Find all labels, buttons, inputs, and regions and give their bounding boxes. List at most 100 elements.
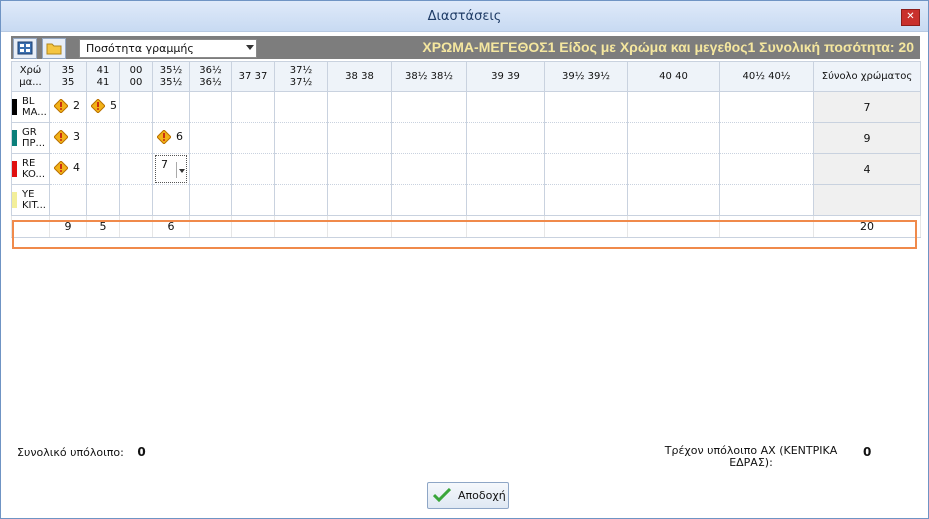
color-total-cell: 7	[813, 91, 921, 123]
qty-cell[interactable]	[189, 91, 232, 123]
grid-view-button[interactable]	[13, 38, 37, 59]
size-header-35[interactable]: 35 35	[49, 61, 87, 92]
color-total-cell: 4	[813, 153, 921, 185]
warning-icon	[157, 129, 171, 144]
qty-cell[interactable]	[544, 91, 628, 123]
qty-cell[interactable]	[189, 184, 232, 216]
size-header-00[interactable]: 00 00	[119, 61, 153, 92]
qty-cell[interactable]	[391, 184, 467, 216]
qty-cell[interactable]	[119, 153, 153, 185]
accept-button[interactable]: Αποδοχή	[427, 482, 509, 509]
qty-cell[interactable]	[119, 184, 153, 216]
size-total-cell: 6	[152, 215, 190, 238]
qty-cell[interactable]	[327, 184, 392, 216]
size-header-40[interactable]: 40 40	[627, 61, 720, 92]
size-total-cell: 9	[49, 215, 87, 238]
qty-cell[interactable]	[274, 184, 328, 216]
color-swatch	[12, 130, 17, 146]
qty-cell[interactable]	[119, 122, 153, 154]
qty-cell[interactable]	[86, 184, 120, 216]
table-row: YE KIT...	[11, 184, 921, 216]
qty-cell[interactable]	[544, 153, 628, 185]
size-header-39[interactable]: 39 39	[466, 61, 545, 92]
qty-cell[interactable]	[627, 153, 720, 185]
size-header-36-half[interactable]: 36½ 36½	[189, 61, 232, 92]
size-header-35-half[interactable]: 35½ 35½	[152, 61, 190, 92]
qty-cell[interactable]	[466, 91, 545, 123]
qty-cell[interactable]	[274, 91, 328, 123]
folder-icon	[46, 43, 62, 55]
qty-cell[interactable]	[86, 153, 120, 185]
qty-cell[interactable]	[231, 122, 275, 154]
qty-cell[interactable]	[86, 122, 120, 154]
qty-cell[interactable]	[231, 153, 275, 185]
qty-cell[interactable]: 2	[49, 91, 87, 123]
qty-cell[interactable]	[627, 91, 720, 123]
dimensions-dialog: Διαστάσεις ✕ Ποσότητα γραμμής ΧΡΩΜΑ-ΜΕΓΕ…	[0, 0, 929, 519]
qty-cell[interactable]	[719, 153, 814, 185]
qty-cell[interactable]	[49, 184, 87, 216]
chevron-down-icon	[246, 45, 254, 50]
qty-cell[interactable]: 3	[49, 122, 87, 154]
qty-cell[interactable]: 6	[152, 122, 190, 154]
qty-cell[interactable]	[391, 91, 467, 123]
size-total-cell	[544, 215, 628, 238]
table-row: RE KO... 4 7 4	[11, 153, 921, 185]
size-total-cell	[327, 215, 392, 238]
qty-cell[interactable]	[719, 91, 814, 123]
qty-cell[interactable]	[189, 122, 232, 154]
qty-cell[interactable]	[466, 184, 545, 216]
size-header-40-half[interactable]: 40½ 40½	[719, 61, 814, 92]
qty-cell[interactable]	[391, 122, 467, 154]
current-remaining: Τρέχον υπόλοιπο ΑΧ (ΚΕΝΤΡΙΚΑ ΕΔΡΑΣ): 0	[661, 444, 872, 469]
qty-cell[interactable]: 4	[49, 153, 87, 185]
qty-cell[interactable]	[274, 122, 328, 154]
close-button[interactable]: ✕	[901, 9, 920, 26]
qty-cell[interactable]	[627, 184, 720, 216]
qty-cell[interactable]: 5	[86, 91, 120, 123]
qty-cell[interactable]	[231, 91, 275, 123]
color-cell-bl[interactable]: BL MA...	[11, 91, 50, 123]
size-header-37[interactable]: 37 37	[231, 61, 275, 92]
size-color-grid: Χρώ μα... 35 35 41 41 00 00 35½ 35½ 36½ 36½ 3…	[11, 61, 921, 238]
qty-cell[interactable]	[544, 184, 628, 216]
qty-cell[interactable]	[391, 153, 467, 185]
qty-cell[interactable]	[327, 91, 392, 123]
color-total-cell: 9	[813, 122, 921, 154]
current-remaining-label: Τρέχον υπόλοιπο ΑΧ (ΚΕΝΤΡΙΚΑ ΕΔΡΑΣ):	[664, 444, 838, 469]
size-header-38[interactable]: 38 38	[327, 61, 392, 92]
size-header-39-half[interactable]: 39½ 39½	[544, 61, 628, 92]
size-total-cell	[391, 215, 467, 238]
qty-cell[interactable]	[152, 91, 190, 123]
color-cell-ye[interactable]: YE KIT...	[11, 184, 50, 216]
qty-cell[interactable]	[327, 122, 392, 154]
qty-cell[interactable]	[627, 122, 720, 154]
warning-icon	[54, 98, 68, 113]
size-header-37-half[interactable]: 37½ 37½	[274, 61, 328, 92]
size-header-41[interactable]: 41 41	[86, 61, 120, 92]
sum-row-label	[11, 215, 50, 238]
qty-cell-editing[interactable]: 7	[152, 153, 190, 185]
qty-cell[interactable]	[544, 122, 628, 154]
qty-cell[interactable]	[231, 184, 275, 216]
qty-edit-combo[interactable]: 7	[155, 155, 187, 183]
toolbar: Ποσότητα γραμμής ΧΡΩΜΑ-ΜΕΓΕΘΟΣ1 Είδος με…	[11, 36, 920, 59]
grid-icon	[17, 41, 33, 55]
color-cell-re[interactable]: RE KO...	[11, 153, 50, 185]
open-button[interactable]	[42, 38, 66, 59]
qty-cell[interactable]	[719, 122, 814, 154]
color-swatch	[12, 192, 17, 208]
qty-cell[interactable]	[466, 122, 545, 154]
quantity-mode-select[interactable]: Ποσότητα γραμμής	[79, 39, 257, 58]
qty-cell[interactable]	[327, 153, 392, 185]
qty-cell[interactable]	[189, 153, 232, 185]
size-total-cell	[189, 215, 232, 238]
chevron-down-icon[interactable]	[176, 162, 186, 178]
color-cell-gr[interactable]: GR ΠΡ...	[11, 122, 50, 154]
qty-cell[interactable]	[466, 153, 545, 185]
size-header-38-half[interactable]: 38½ 38½	[391, 61, 467, 92]
qty-cell[interactable]	[274, 153, 328, 185]
qty-cell[interactable]	[152, 184, 190, 216]
qty-cell[interactable]	[719, 184, 814, 216]
qty-cell[interactable]	[119, 91, 153, 123]
